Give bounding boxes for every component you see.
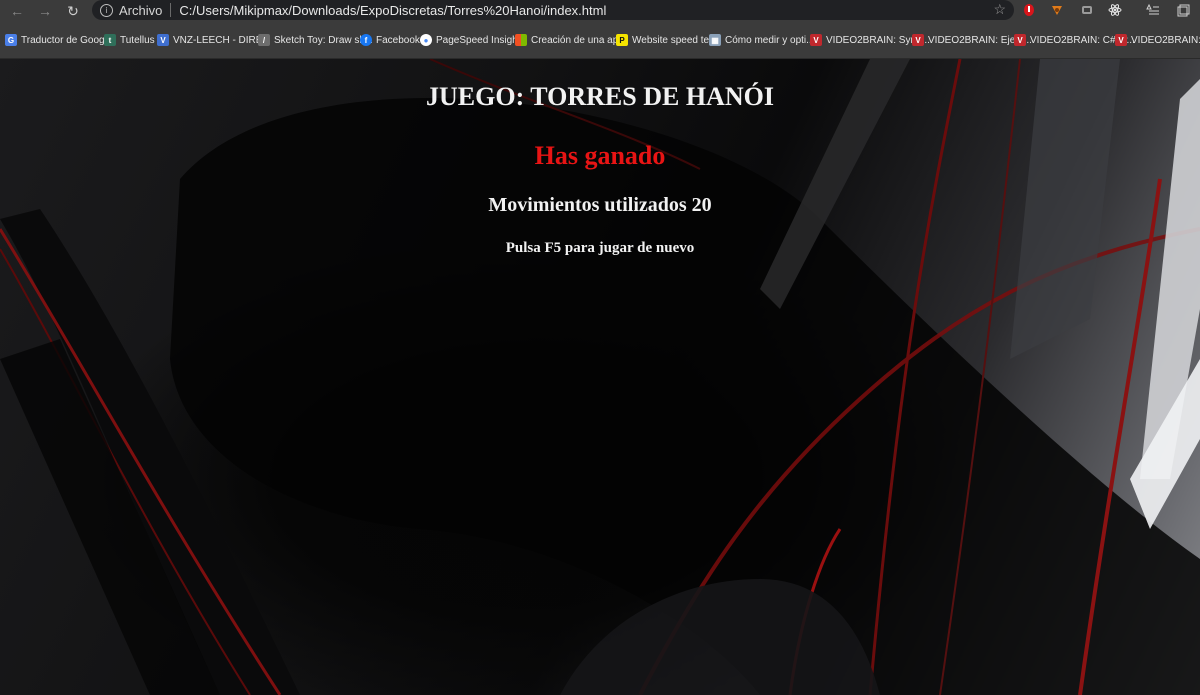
bookmark-label: Creación de una ap... [531, 34, 627, 46]
forward-arrow-icon[interactable]: → [34, 0, 56, 22]
bookmark-label: Facebook [376, 34, 420, 46]
video2brain-icon: V [1014, 34, 1026, 46]
bookmark-label: PageSpeed Insights [436, 34, 526, 46]
bookmark-label: Cómo medir y opti... [725, 34, 815, 46]
bookmark-item[interactable]: V VNZ-LEECH - DIRE... [157, 33, 271, 47]
bookmark-label: VIDEO2BRAIN: Base... [1131, 34, 1200, 46]
bookmark-item[interactable]: ● PageSpeed Insights [420, 33, 526, 47]
address-separator [170, 3, 172, 17]
extension-box-icon[interactable] [1080, 3, 1094, 17]
bookmark-label: Sketch Toy: Draw sk... [274, 34, 373, 46]
bookmark-item[interactable]: G Traductor de Google [5, 33, 112, 47]
google-translate-icon: G [5, 34, 17, 46]
moves-count: Movimientos utilizados 20 [488, 194, 712, 216]
pagespeed-icon: ● [420, 34, 432, 46]
info-icon[interactable]: i [100, 3, 113, 17]
video2brain-icon: V [912, 34, 924, 46]
collections-icon[interactable] [1176, 3, 1190, 17]
bookmark-item[interactable]: / Sketch Toy: Draw sk... [258, 33, 373, 47]
video2brain-icon: V [1115, 34, 1127, 46]
page-title: JUEGO: TORRES DE HANÓI [426, 82, 774, 111]
video2brain-icon: V [810, 34, 822, 46]
bookmark-item[interactable]: Creación de una ap... [515, 33, 627, 47]
bookmark-item[interactable]: ▦ Cómo medir y opti... [709, 33, 814, 47]
game-page: JUEGO: TORRES DE HANÓI Has ganado Movimi… [0, 59, 1200, 695]
bookmark-star-icon[interactable]: ☆ [993, 1, 1006, 18]
back-arrow-icon[interactable]: ← [6, 0, 28, 22]
restart-hint: Pulsa F5 para jugar de nuevo [505, 240, 695, 256]
address-bar[interactable]: i Archivo C:/Users/Mikipmax/Downloads/Ex… [92, 0, 1014, 20]
bookmark-label: Traductor de Google [21, 34, 113, 46]
sketch-toy-icon: / [258, 34, 270, 46]
article-icon: ▦ [709, 34, 721, 46]
bookmark-label: Website speed test [632, 34, 717, 46]
pingdom-icon: P [616, 34, 628, 46]
bookmark-item[interactable]: t Tutellus [104, 33, 155, 47]
extension-react-icon[interactable] [1108, 3, 1122, 17]
extension-fox-icon[interactable] [1050, 3, 1064, 17]
bookmarks-bar: G Traductor de Google t Tutellus V VNZ-L… [0, 22, 1200, 59]
microsoft-icon [515, 34, 527, 46]
win-message: Has ganado [534, 141, 666, 170]
bookmark-item[interactable]: f Facebook [360, 33, 420, 47]
reload-icon[interactable]: ↻ [62, 0, 84, 22]
bookmark-item[interactable]: P Website speed test [616, 33, 717, 47]
tutellus-icon: t [104, 34, 116, 46]
favorites-list-icon[interactable] [1146, 3, 1160, 17]
bookmark-label: VNZ-LEECH - DIRE... [173, 34, 271, 46]
browser-toolbar: ← → ↻ i Archivo C:/Users/Mikipmax/Downlo… [0, 0, 1200, 22]
bookmark-item[interactable]: V VIDEO2BRAIN: Base... [1115, 33, 1200, 47]
bookmark-label: Tutellus [120, 34, 155, 46]
address-scheme: Archivo [119, 2, 163, 18]
facebook-icon: f [360, 34, 372, 46]
extension-red-icon[interactable] [1022, 3, 1036, 17]
url-text[interactable]: C:/Users/Mikipmax/Downloads/ExpoDiscreta… [179, 3, 606, 18]
vnz-leech-icon: V [157, 34, 169, 46]
